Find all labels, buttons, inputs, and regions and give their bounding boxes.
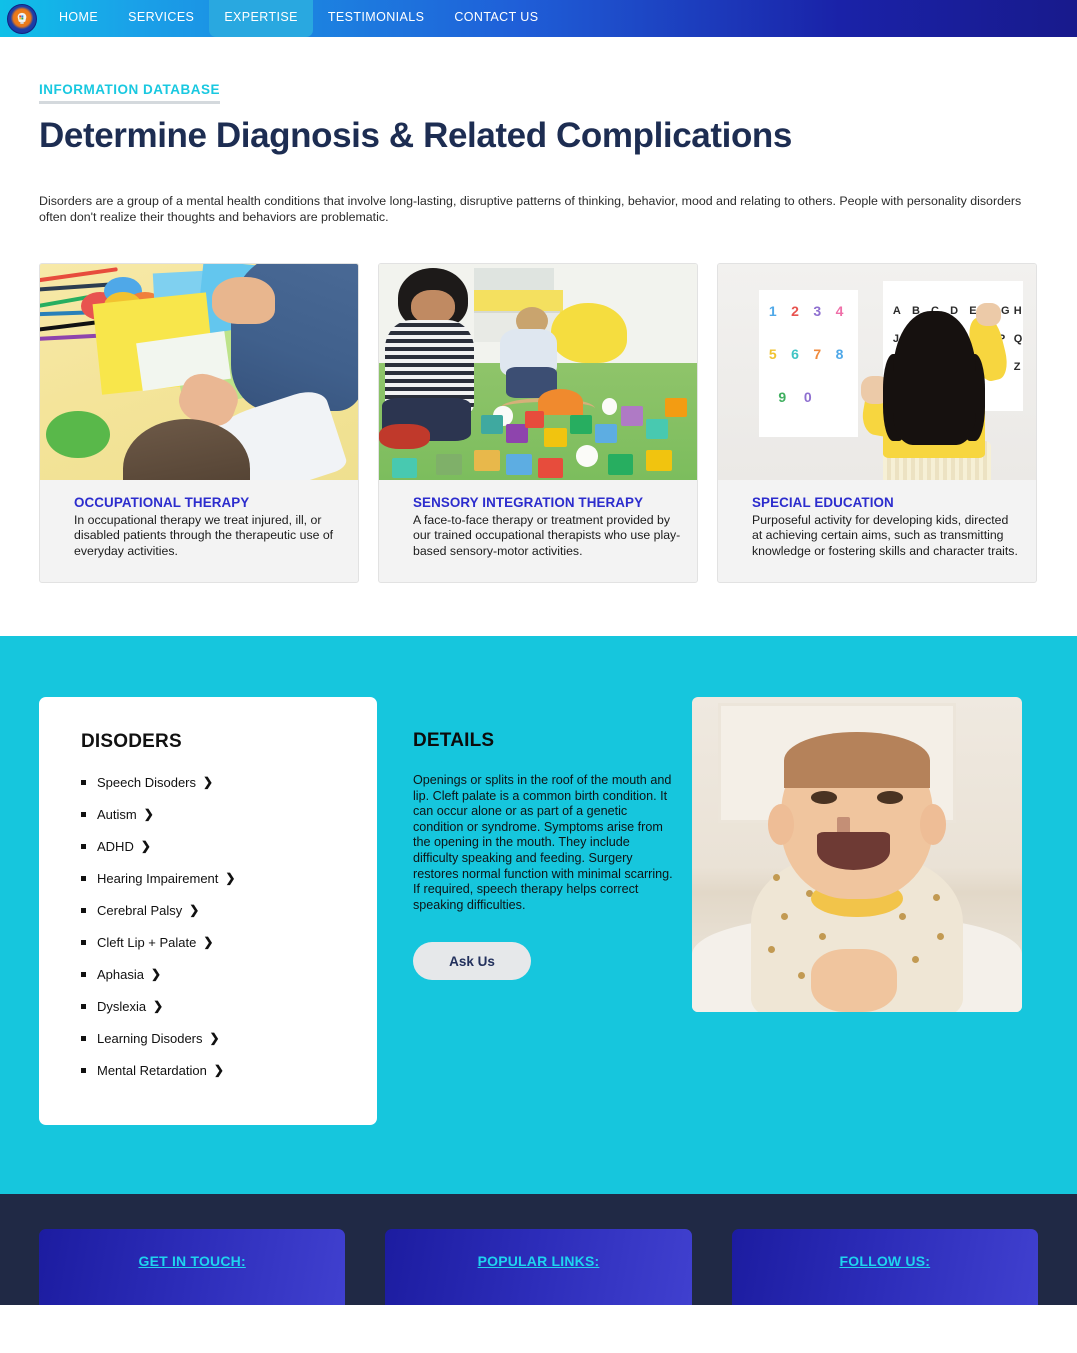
list-item[interactable]: Hearing Impairement ❯ bbox=[81, 871, 347, 886]
disorders-panel: DISODERS Speech Disoders ❯ Autism ❯ ADHD… bbox=[39, 696, 377, 1125]
nav-links: HOME SERVICES EXPERTISE TESTIMONIALS CON… bbox=[44, 0, 553, 37]
list-item[interactable]: ADHD ❯ bbox=[81, 839, 347, 854]
bullet-icon bbox=[81, 1035, 86, 1041]
list-item-label: Aphasia bbox=[97, 966, 144, 982]
service-card[interactable]: 1 2 3 4 5 6 7 8 9 0 A B C D E F G bbox=[717, 262, 1037, 583]
bullet-icon bbox=[81, 875, 86, 881]
disorders-list: Speech Disoders ❯ Autism ❯ ADHD ❯ Hearin… bbox=[81, 775, 347, 1078]
chevron-right-icon: ❯ bbox=[189, 903, 200, 918]
card-image-special-education: 1 2 3 4 5 6 7 8 9 0 A B C D E F G bbox=[718, 263, 1036, 480]
card-image-occupational-therapy bbox=[40, 263, 358, 480]
chevron-right-icon: ❯ bbox=[203, 935, 214, 950]
footer-heading-get-in-touch[interactable]: GET IN TOUCH: bbox=[138, 1253, 245, 1269]
disorders-title: DISODERS bbox=[81, 730, 182, 752]
bullet-icon bbox=[81, 811, 86, 817]
footer-heading-follow-us[interactable]: FOLLOW US: bbox=[839, 1253, 930, 1269]
nav-item-testimonials[interactable]: TESTIMONIALS bbox=[313, 0, 439, 37]
list-item[interactable]: Speech Disoders ❯ bbox=[81, 775, 347, 790]
bullet-icon bbox=[81, 907, 86, 913]
card-description: Purposeful activity for developing kids,… bbox=[752, 512, 1018, 559]
card-body: SPECIAL EDUCATION Purposeful activity fo… bbox=[718, 480, 1036, 582]
eyebrow-label: INFORMATION DATABASE bbox=[39, 82, 220, 104]
chevron-right-icon: ❯ bbox=[153, 999, 164, 1014]
card-title: SENSORY INTEGRATION THERAPY bbox=[413, 494, 644, 510]
service-card[interactable]: OCCUPATIONAL THERAPY In occupational the… bbox=[39, 262, 359, 583]
brain-glyph-icon bbox=[17, 12, 27, 24]
list-item[interactable]: Autism ❯ bbox=[81, 807, 347, 822]
nav-item-home[interactable]: HOME bbox=[44, 0, 113, 37]
list-item[interactable]: Learning Disoders ❯ bbox=[81, 1031, 347, 1046]
list-item-label: Mental Retardation bbox=[97, 1062, 207, 1078]
card-body: SENSORY INTEGRATION THERAPY A face-to-fa… bbox=[379, 480, 697, 582]
chevron-right-icon: ❯ bbox=[225, 871, 236, 886]
footer-column-get-in-touch: GET IN TOUCH: bbox=[39, 1228, 346, 1305]
list-item-label: Speech Disoders bbox=[97, 774, 196, 790]
logo-container[interactable] bbox=[0, 0, 44, 37]
bullet-icon bbox=[81, 939, 86, 945]
nav-item-contact-us[interactable]: CONTACT US bbox=[439, 0, 553, 37]
list-item[interactable]: Aphasia ❯ bbox=[81, 967, 347, 982]
list-item-label: Autism bbox=[97, 806, 137, 822]
chevron-right-icon: ❯ bbox=[143, 807, 154, 822]
list-item-label: Cerebral Palsy bbox=[97, 902, 183, 918]
list-item[interactable]: Cerebral Palsy ❯ bbox=[81, 903, 347, 918]
intro-paragraph: Disorders are a group of a mental health… bbox=[39, 194, 1022, 225]
bullet-icon bbox=[81, 1067, 86, 1073]
chevron-right-icon: ❯ bbox=[150, 967, 162, 982]
site-footer: GET IN TOUCH: POPULAR LINKS: FOLLOW US: bbox=[0, 1193, 1077, 1305]
service-card[interactable]: SENSORY INTEGRATION THERAPY A face-to-fa… bbox=[378, 262, 698, 583]
footer-columns: GET IN TOUCH: POPULAR LINKS: FOLLOW US: bbox=[39, 1194, 1038, 1305]
details-description: Openings or splits in the roof of the mo… bbox=[413, 772, 673, 912]
page-header-section: INFORMATION DATABASE Determine Diagnosis… bbox=[0, 37, 1077, 226]
service-cards-row: OCCUPATIONAL THERAPY In occupational the… bbox=[0, 262, 1077, 583]
bullet-icon bbox=[81, 843, 86, 849]
bullet-icon bbox=[81, 779, 86, 785]
list-item-label: Learning Disoders bbox=[97, 1030, 203, 1046]
footer-column-follow-us: FOLLOW US: bbox=[731, 1228, 1038, 1305]
card-image-sensory-integration-therapy bbox=[379, 263, 697, 480]
card-description: A face-to-face therapy or treatment prov… bbox=[413, 512, 681, 559]
nav-item-expertise[interactable]: EXPERTISE bbox=[209, 0, 313, 37]
chevron-right-icon: ❯ bbox=[140, 839, 151, 854]
nav-item-services[interactable]: SERVICES bbox=[113, 0, 209, 37]
list-item-label: Dyslexia bbox=[97, 998, 147, 1014]
page-title: Determine Diagnosis & Related Complicati… bbox=[39, 116, 792, 155]
list-item-label: Cleft Lip + Palate bbox=[97, 934, 197, 950]
details-image-smiling-baby bbox=[692, 696, 1022, 1012]
page-root: HOME SERVICES EXPERTISE TESTIMONIALS CON… bbox=[0, 0, 1077, 1353]
bullet-icon bbox=[81, 1003, 86, 1009]
clinic-logo-icon bbox=[7, 3, 37, 34]
footer-heading-popular-links[interactable]: POPULAR LINKS: bbox=[478, 1253, 600, 1269]
chevron-right-icon: ❯ bbox=[213, 1063, 224, 1078]
list-item[interactable]: Cleft Lip + Palate ❯ bbox=[81, 935, 347, 950]
details-panel: DETAILS Openings or splits in the roof o… bbox=[377, 697, 673, 1125]
ask-us-button[interactable]: Ask Us bbox=[413, 942, 531, 981]
bullet-icon bbox=[81, 971, 86, 977]
top-navigation-bar: HOME SERVICES EXPERTISE TESTIMONIALS CON… bbox=[0, 0, 1077, 37]
list-item-label: Hearing Impairement bbox=[97, 870, 219, 886]
card-title: OCCUPATIONAL THERAPY bbox=[74, 494, 250, 510]
disorders-section: DISODERS Speech Disoders ❯ Autism ❯ ADHD… bbox=[0, 635, 1077, 1194]
card-description: In occupational therapy we treat injured… bbox=[74, 512, 334, 559]
footer-column-popular-links: POPULAR LINKS: bbox=[385, 1228, 692, 1305]
list-item[interactable]: Dyslexia ❯ bbox=[81, 999, 347, 1014]
chevron-right-icon: ❯ bbox=[209, 1031, 220, 1046]
card-title: SPECIAL EDUCATION bbox=[752, 494, 894, 510]
card-body: OCCUPATIONAL THERAPY In occupational the… bbox=[40, 480, 358, 582]
list-item-label: ADHD bbox=[97, 838, 134, 854]
chevron-right-icon: ❯ bbox=[203, 775, 214, 790]
details-title: DETAILS bbox=[413, 729, 495, 751]
list-item[interactable]: Mental Retardation ❯ bbox=[81, 1063, 347, 1078]
